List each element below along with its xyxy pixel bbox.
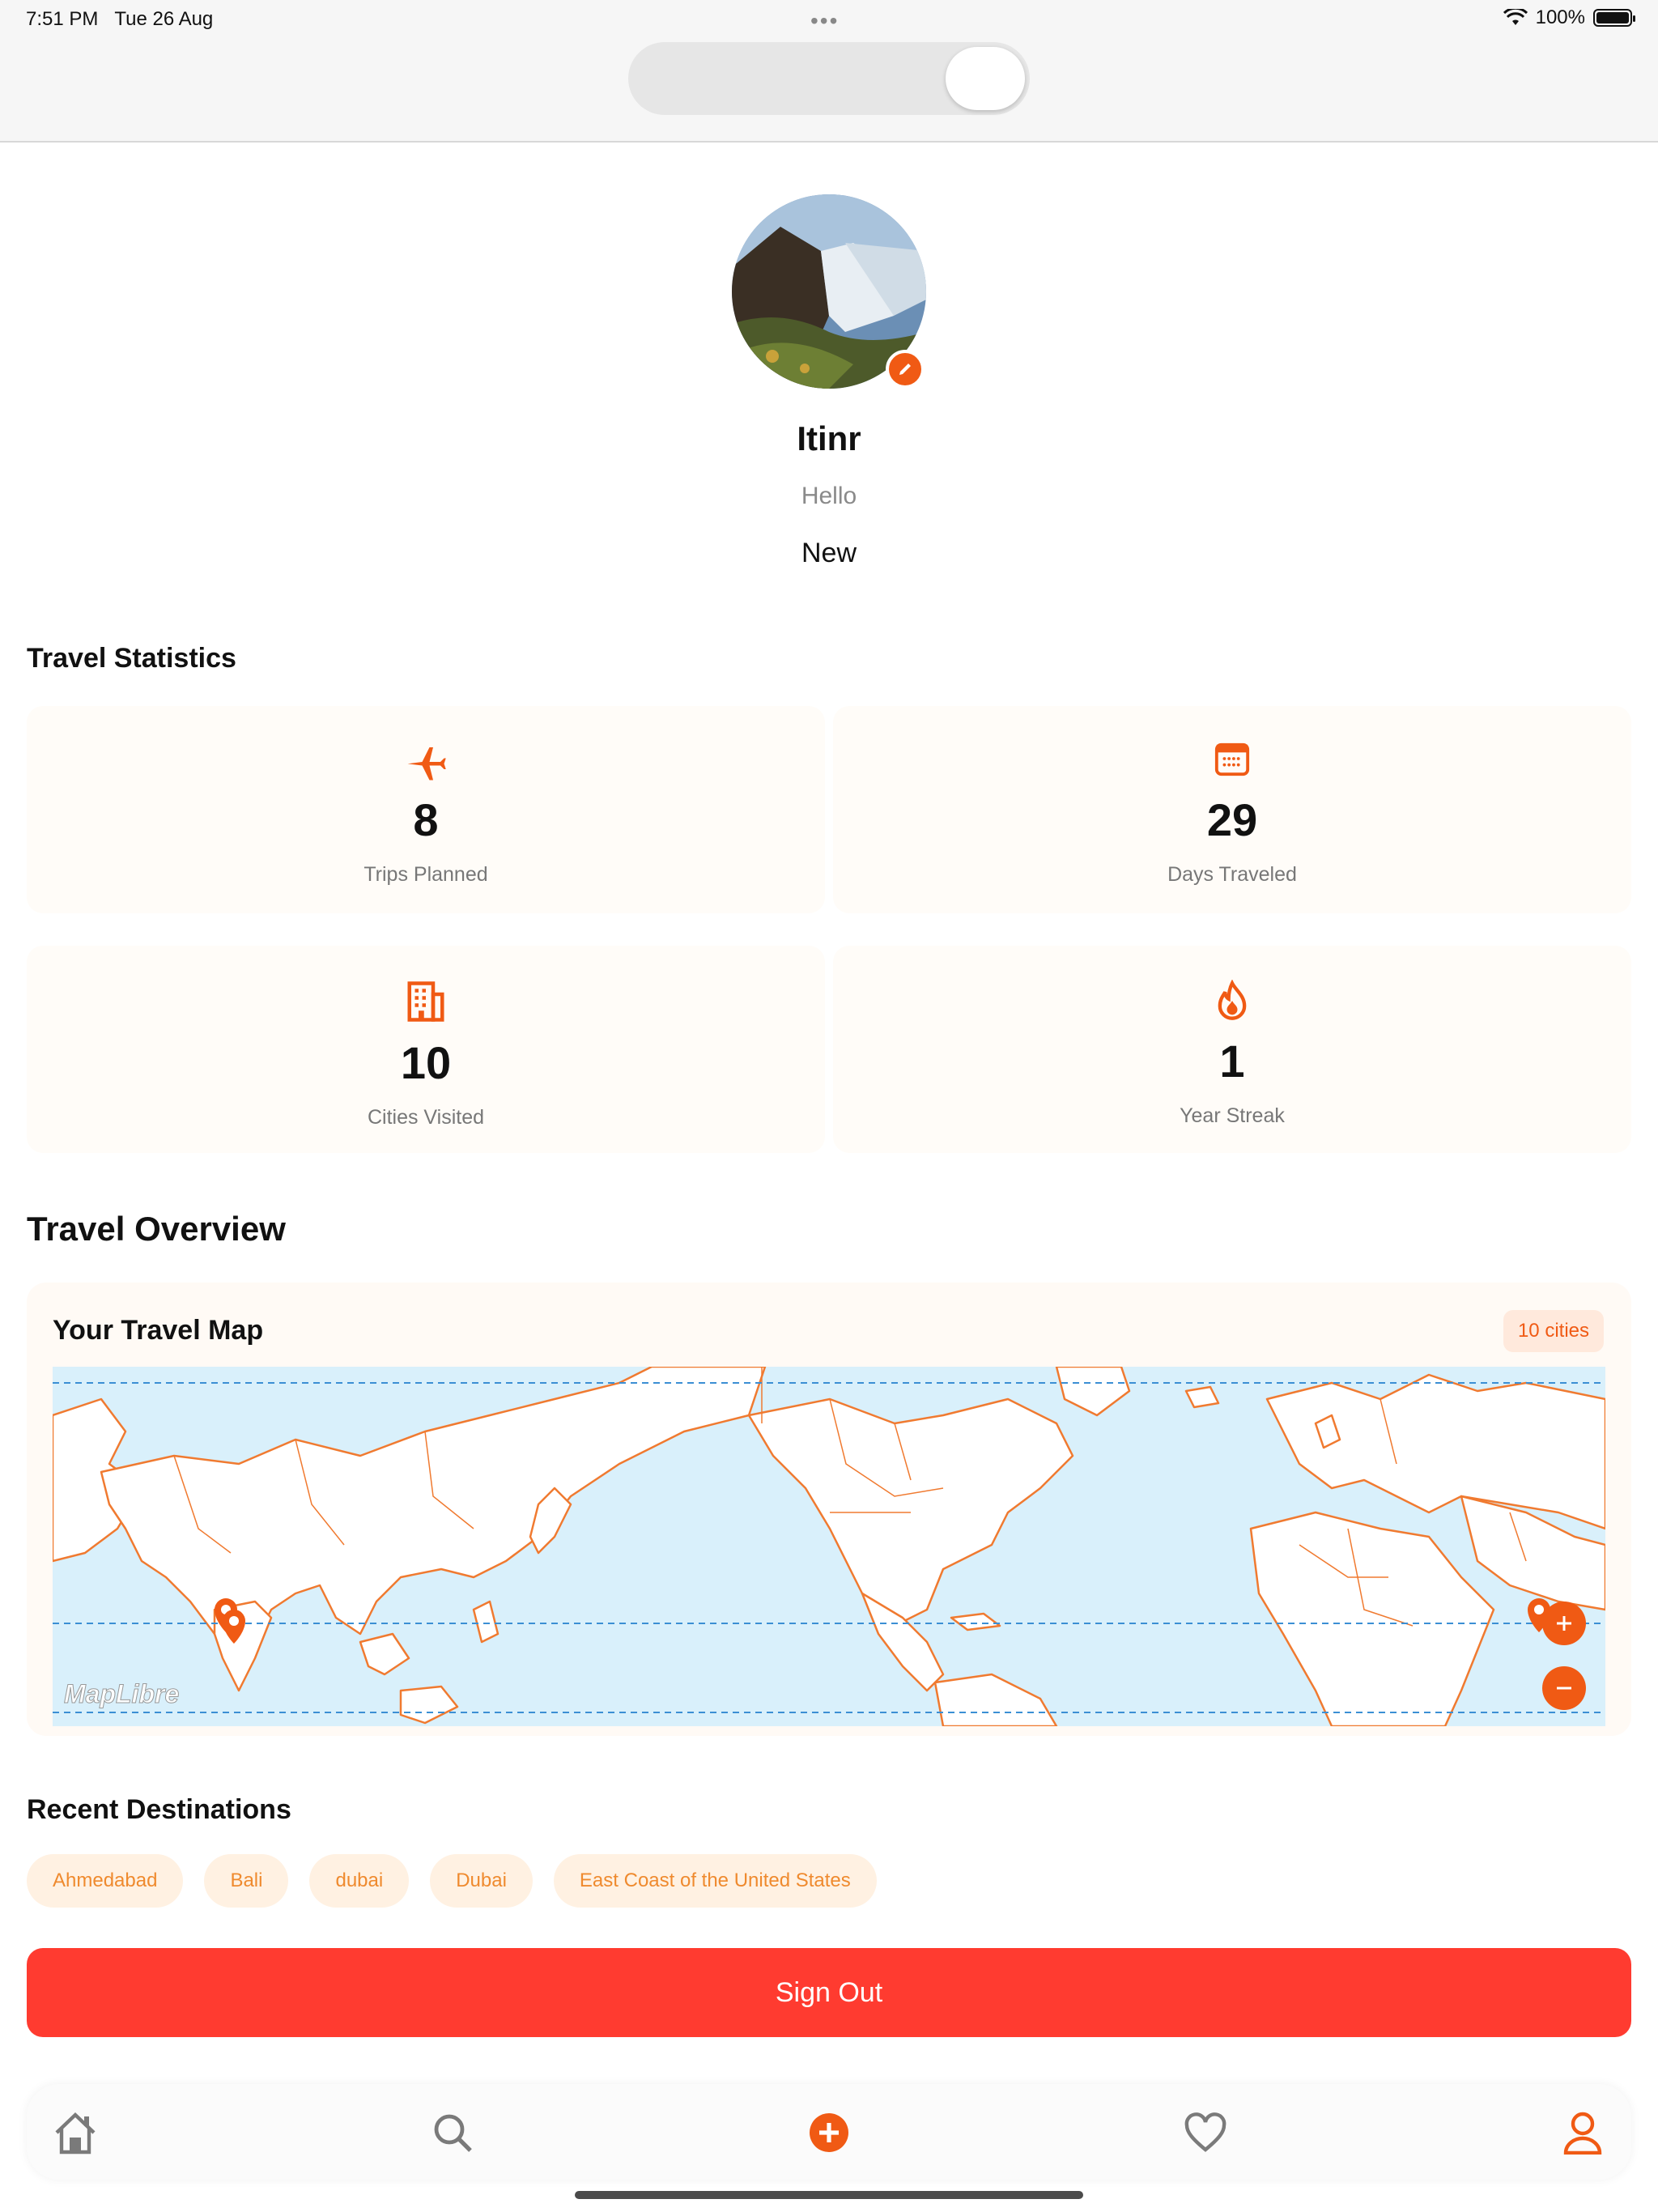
world-map-graphic (53, 1367, 1605, 1726)
home-indicator (575, 2191, 1083, 2199)
battery-percent: 100% (1535, 6, 1585, 28)
destination-chip[interactable]: Ahmedabad (27, 1854, 184, 1908)
tab-favorites[interactable] (1181, 2108, 1230, 2157)
status-bar: 7:51 PM Tue 26 Aug ••• 100% (0, 0, 1658, 36)
wifi-icon (1503, 9, 1528, 25)
stat-value: 29 (1206, 794, 1258, 845)
stat-label: Trips Planned (363, 863, 488, 886)
heart-icon (1184, 2112, 1226, 2152)
stat-card-cities: 10 Cities Visited (27, 946, 825, 1153)
zoom-out-button[interactable] (1542, 1666, 1586, 1710)
stat-label: Year Streak (1180, 1104, 1285, 1127)
toggle-knob[interactable] (946, 47, 1025, 110)
search-icon (434, 2114, 472, 2152)
flame-icon (1218, 980, 1247, 1020)
battery-icon (1593, 9, 1635, 27)
travel-map[interactable]: MapLibre (53, 1367, 1605, 1726)
multitasking-dots-icon[interactable]: ••• (810, 8, 839, 34)
destination-chip[interactable]: Dubai (430, 1854, 533, 1908)
tab-bar (27, 2084, 1631, 2180)
plus-icon (1557, 1616, 1571, 1631)
stat-value: 8 (413, 794, 439, 845)
edit-avatar-button[interactable] (886, 350, 925, 389)
stat-card-days: 29 Days Traveled (833, 706, 1631, 913)
profile-name: Itinr (797, 419, 861, 457)
minus-icon (1557, 1687, 1571, 1690)
status-time: 7:51 PM Tue 26 Aug (26, 8, 214, 30)
home-icon (55, 2112, 96, 2155)
tab-home[interactable] (51, 2108, 100, 2157)
stat-value: 1 (1219, 1036, 1245, 1087)
overview-title: Travel Overview (27, 1210, 286, 1248)
stat-card-streak: 1 Year Streak (833, 946, 1631, 1153)
tab-profile[interactable] (1558, 2108, 1607, 2157)
destination-chip[interactable]: East Coast of the United States (553, 1854, 877, 1908)
profile-icon (1563, 2112, 1602, 2155)
recent-title: Recent Destinations (27, 1794, 291, 1825)
status-right: 100% (1503, 6, 1635, 29)
zoom-in-button[interactable] (1542, 1602, 1586, 1645)
top-bar: 7:51 PM Tue 26 Aug ••• 100% (0, 0, 1658, 143)
maplibre-logo: MapLibre (63, 1679, 180, 1709)
destination-chip[interactable]: dubai (309, 1854, 410, 1908)
pencil-icon (899, 364, 911, 375)
city-count-badge: 10 cities (1503, 1310, 1604, 1352)
stats-title: Travel Statistics (27, 643, 236, 674)
map-title: Your Travel Map (53, 1315, 264, 1346)
add-icon (810, 2113, 848, 2152)
stat-label: Cities Visited (367, 1106, 485, 1129)
stat-card-trips: 8 Trips Planned (27, 706, 825, 913)
travel-map-card: Your Travel Map 10 cities MapLibre (27, 1283, 1631, 1736)
toggle-switch[interactable] (628, 42, 1030, 115)
destination-chips: Ahmedabad Bali dubai Dubai East Coast of… (27, 1854, 877, 1908)
tab-add[interactable] (805, 2108, 853, 2157)
profile-bio: Hello (801, 483, 857, 509)
destination-chip[interactable]: Bali (204, 1854, 289, 1908)
stat-value: 10 (400, 1037, 452, 1088)
stat-label: Days Traveled (1167, 863, 1297, 886)
sign-out-button[interactable]: Sign Out (27, 1948, 1631, 2037)
building-icon (407, 981, 444, 1022)
airplane-icon (407, 747, 446, 781)
tab-search[interactable] (428, 2108, 477, 2157)
calendar-icon (1214, 742, 1250, 776)
profile-status: New (801, 538, 857, 568)
